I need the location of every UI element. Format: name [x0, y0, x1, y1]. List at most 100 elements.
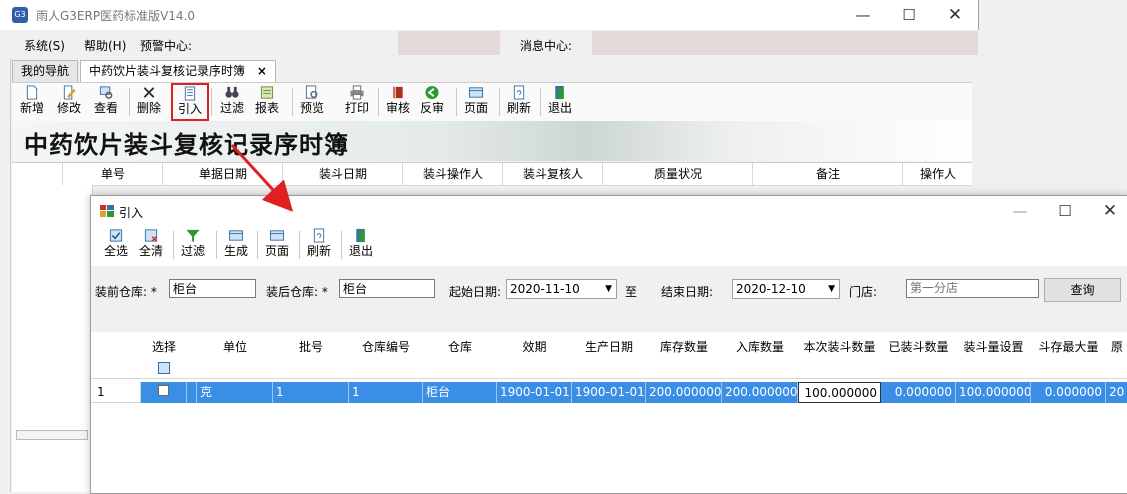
select-all-button[interactable]: 全选 [99, 227, 133, 263]
col-load-date[interactable]: 装斗日期 [282, 163, 403, 185]
col-select[interactable]: 选择 [141, 336, 188, 359]
dialog-filter-button[interactable]: 过滤 [176, 227, 210, 263]
col-expiry[interactable]: 效期 [497, 336, 573, 359]
edit-button[interactable]: 修改 [52, 84, 86, 120]
unapprove-button[interactable]: 反审 [415, 84, 449, 120]
tab-review-record[interactable]: 中药饮片装斗复核记录序时簿 × [80, 60, 276, 82]
production-date-cell[interactable]: 1900-01-01 [572, 382, 646, 403]
menu-system[interactable]: 系统(S) [24, 37, 65, 54]
max-qty-cell[interactable]: 0.000000 [1031, 382, 1106, 403]
select-all-checkbox-icon[interactable] [158, 362, 170, 374]
before-warehouse-input[interactable]: 柜台 [169, 279, 256, 298]
row-header-corner [91, 336, 142, 359]
col-quality[interactable]: 质量状况 [602, 163, 753, 185]
col-load-operator[interactable]: 装斗操作人 [402, 163, 503, 185]
warning-center-area[interactable] [398, 31, 500, 55]
approve-button[interactable]: 审核 [381, 84, 415, 120]
toolbar-separator [257, 231, 258, 259]
col-operator[interactable]: 操作人 [902, 163, 973, 185]
col-load-setting[interactable]: 装斗量设置 [956, 336, 1032, 359]
maximize-button[interactable]: ☐ [886, 0, 932, 30]
col-load-reviewer[interactable]: 装斗复核人 [502, 163, 603, 185]
filter-button[interactable]: 过滤 [215, 84, 249, 120]
message-center-area[interactable] [592, 31, 978, 55]
unit-cell[interactable]: 克 [197, 382, 273, 403]
stock-qty-cell[interactable]: 200.000000 [646, 382, 722, 403]
exit-door-icon [356, 228, 365, 243]
col-this-load-qty[interactable]: 本次装斗数量 [798, 336, 882, 359]
binoculars-icon [225, 86, 239, 98]
col-max-qty[interactable]: 斗存最大量 [1031, 336, 1107, 359]
refresh-button[interactable]: 刷新 [502, 84, 536, 120]
app-icon: G3 [12, 7, 28, 23]
row-checkbox[interactable] [158, 385, 169, 396]
print-button[interactable]: 打印 [340, 84, 374, 120]
row-select-cell[interactable] [141, 382, 187, 403]
dialog-page-button[interactable]: 页面 [260, 227, 294, 263]
warehouse-cell[interactable]: 柜台 [423, 382, 497, 403]
printer-icon [350, 85, 364, 100]
delete-button[interactable]: 删除 [132, 84, 166, 120]
clear-all-icon [144, 229, 158, 242]
start-date-picker[interactable]: 2020-11-10 ▼ [506, 279, 617, 299]
query-button[interactable]: 查询 [1044, 278, 1121, 302]
page-icon [468, 87, 484, 98]
dialog-minimize-button[interactable]: — [997, 196, 1043, 226]
minimize-button[interactable]: — [840, 0, 886, 30]
close-button[interactable]: ✕ [932, 0, 978, 30]
dropdown-arrow-icon: ▼ [605, 284, 612, 294]
col-loaded-qty[interactable]: 已装斗数量 [881, 336, 957, 359]
col-doc-date[interactable]: 单据日期 [162, 163, 283, 185]
report-button[interactable]: 报表 [250, 84, 284, 120]
horizontal-scrollbar[interactable] [16, 430, 88, 440]
tab-my-navigation[interactable]: 我的导航 [12, 60, 79, 82]
col-warehouse[interactable]: 仓库 [423, 336, 498, 359]
in-qty-cell[interactable]: 200.000000 [722, 382, 798, 403]
warehouse-code-cell[interactable]: 1 [349, 382, 423, 403]
view-button[interactable]: 查看 [89, 84, 123, 120]
delete-x-icon [143, 87, 155, 98]
main-toolbar: 新增 修改 查看 删除 引入 过滤 报表 预览 打印 审核 反审 页面 刷新 退… [12, 82, 972, 121]
import-dialog: 引入 — ☐ ✕ 全选 全清 过滤 生成 页面 刷新 退出 装前仓库: * 柜台… [90, 195, 1127, 494]
after-warehouse-label: 装后仓库: * [266, 285, 328, 299]
dialog-close-button[interactable]: ✕ [1087, 196, 1127, 226]
import-grid: 选择 单位 批号 仓库编号 仓库 效期 生产日期 库存数量 入库数量 本次装斗数… [91, 336, 1127, 493]
dialog-refresh-button[interactable]: 刷新 [302, 227, 336, 263]
col-batch[interactable]: 批号 [273, 336, 350, 359]
page-button[interactable]: 页面 [459, 84, 493, 120]
col-warehouse-code[interactable]: 仓库编号 [349, 336, 424, 359]
col-original[interactable]: 原 [1106, 336, 1127, 359]
menu-bar: 系统(S) 帮助(H) 预警中心: 消息中心: [0, 30, 978, 58]
original-cell[interactable]: 20 [1106, 382, 1127, 403]
filter-row[interactable] [187, 358, 1127, 379]
batch-cell[interactable]: 1 [273, 382, 349, 403]
this-load-qty-input[interactable]: 100.000000 [798, 382, 881, 403]
col-unit[interactable]: 单位 [197, 336, 274, 359]
col-remark[interactable]: 备注 [752, 163, 903, 185]
col-production-date[interactable]: 生产日期 [572, 336, 647, 359]
new-button[interactable]: 新增 [15, 84, 49, 120]
clear-all-button[interactable]: 全清 [134, 227, 168, 263]
dialog-maximize-button[interactable]: ☐ [1042, 196, 1088, 226]
dialog-exit-button[interactable]: 退出 [344, 227, 378, 263]
import-button[interactable]: 引入 [171, 83, 209, 121]
preview-button[interactable]: 预览 [295, 84, 329, 120]
filter-select-cell[interactable] [141, 358, 188, 379]
approve-book-icon [393, 86, 403, 99]
expiry-cell[interactable]: 1900-01-01 [497, 382, 572, 403]
tab-close-icon[interactable]: × [257, 64, 267, 78]
filter-row-header [91, 358, 142, 379]
col-in-qty[interactable]: 入库数量 [722, 336, 799, 359]
exit-button[interactable]: 退出 [543, 84, 577, 120]
after-warehouse-input[interactable]: 柜台 [339, 279, 435, 298]
col-order-no[interactable]: 单号 [62, 163, 163, 185]
store-input[interactable] [906, 279, 1039, 298]
load-setting-cell[interactable]: 100.000000 [956, 382, 1031, 403]
generate-button[interactable]: 生成 [219, 227, 253, 263]
col-stock-qty[interactable]: 库存数量 [646, 336, 723, 359]
page-title: 中药饮片装斗复核记录序时簿 [24, 130, 349, 159]
loaded-qty-cell[interactable]: 0.000000 [881, 382, 956, 403]
menu-help[interactable]: 帮助(H) [84, 37, 126, 54]
end-date-picker[interactable]: 2020-12-10 ▼ [732, 279, 840, 299]
toolbar-separator [540, 88, 541, 116]
